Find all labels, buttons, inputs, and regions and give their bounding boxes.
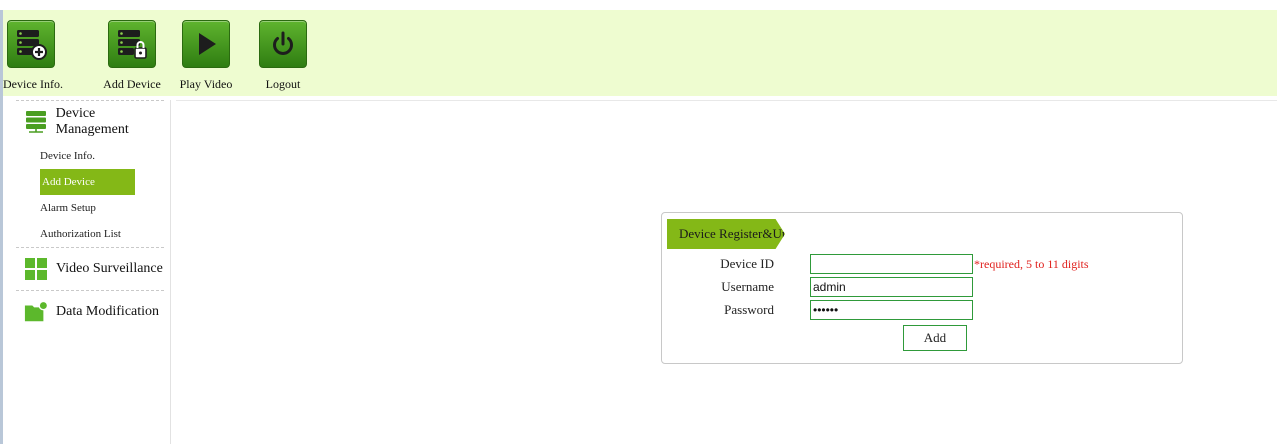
device-register-panel: Device Register&Update Device ID *requir… — [661, 212, 1183, 364]
toolbar-logout-button[interactable]: Logout — [254, 20, 312, 94]
sidebar-section-title: Data Modification — [56, 304, 160, 319]
device-id-label: Device ID — [720, 256, 774, 271]
device-id-row: Device ID *required, 5 to 11 digits — [662, 254, 1182, 274]
toolbar-play-video-label: Play Video — [179, 77, 233, 91]
sidebar-section-data-modification[interactable]: Data Modification — [12, 291, 170, 333]
sidebar-item-authorization-list[interactable]: Authorization List — [10, 221, 162, 247]
sidebar: Device Management Device Info. Add Devic… — [12, 100, 171, 444]
toolbar-add-device-label: Add Device — [103, 77, 161, 91]
content-top-border — [176, 100, 1277, 101]
toolbar-play-video-button[interactable]: Play Video — [174, 20, 238, 94]
server-add-icon — [7, 20, 55, 68]
username-label: Username — [721, 279, 774, 294]
device-id-input[interactable] — [810, 254, 973, 274]
sidebar-section-title: Video Surveillance — [56, 261, 163, 276]
password-input[interactable] — [810, 300, 973, 320]
grid-icon — [24, 257, 48, 281]
toolbar-logout-label: Logout — [265, 77, 301, 91]
toolbar: Device Info. Add Device Play Video Logou… — [0, 10, 1277, 96]
sidebar-section-title: Device Management — [55, 106, 129, 137]
password-label: Password — [724, 302, 774, 317]
folder-icon — [24, 300, 48, 324]
power-icon — [259, 20, 307, 68]
toolbar-device-info-label: Device Info. — [3, 77, 63, 91]
sidebar-section-video-surveillance[interactable]: Video Surveillance — [12, 248, 170, 290]
toolbar-device-info-button[interactable]: Device Info. — [3, 20, 63, 94]
username-row: Username — [662, 277, 1182, 297]
sidebar-item-alarm-setup[interactable]: Alarm Setup — [10, 195, 162, 221]
play-icon — [182, 20, 230, 68]
toolbar-add-device-button[interactable]: Add Device — [94, 20, 170, 94]
device-id-hint: *required, 5 to 11 digits — [974, 257, 1089, 271]
top-strip — [0, 0, 1277, 10]
panel-title: Device Register&Update — [667, 219, 785, 249]
sidebar-item-device-info[interactable]: Device Info. — [10, 143, 162, 169]
password-row: Password — [662, 300, 1182, 320]
username-input[interactable] — [810, 277, 973, 297]
add-button[interactable]: Add — [903, 325, 967, 351]
sidebar-item-add-device[interactable]: Add Device — [40, 169, 135, 195]
sidebar-section-device-management[interactable]: Device Management — [12, 101, 170, 143]
window-left-rail — [0, 10, 3, 444]
server-icon — [24, 110, 48, 134]
server-lock-icon — [108, 20, 156, 68]
